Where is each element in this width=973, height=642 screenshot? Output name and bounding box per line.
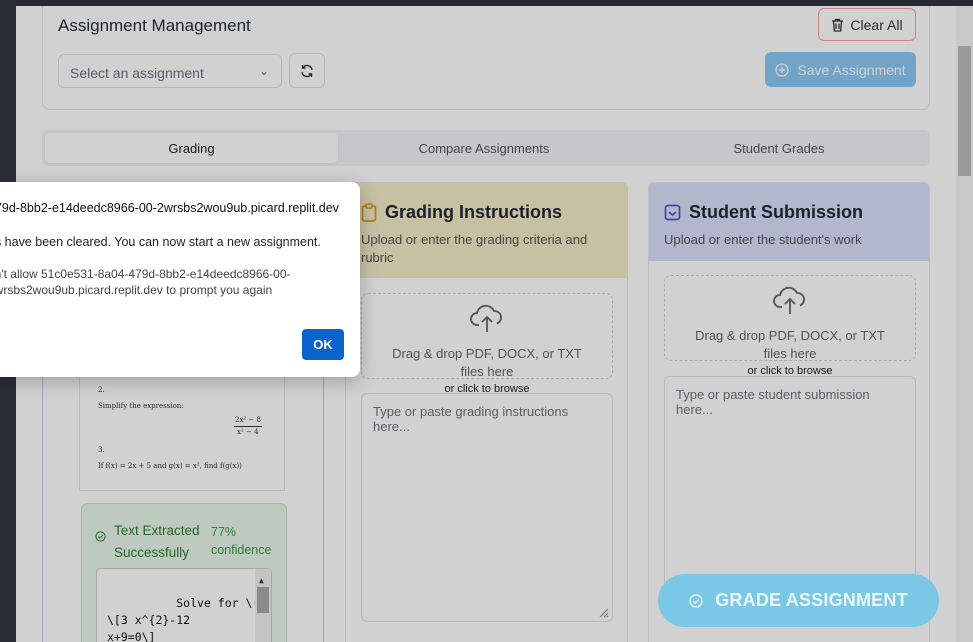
dialog-message: ds have been cleared. You can now start …	[0, 235, 321, 249]
browser-window: Assignment Management Clear All Select a…	[0, 0, 973, 642]
page-scrollbar[interactable]	[956, 6, 973, 642]
dialog-origin-title: 479d-8bb2-e14deedc8966-00-2wrsbs2wou9ub.…	[0, 201, 339, 215]
page-scroll-thumb[interactable]	[958, 46, 971, 176]
window-top-edge	[0, 0, 973, 6]
grade-assignment-label: GRADE ASSIGNMENT	[715, 590, 908, 610]
dialog-suppress-checkbox-label[interactable]: on't allow 51c0e531-8a04-479d-8bb2-e14de…	[0, 266, 348, 298]
ok-button[interactable]: OK	[302, 329, 344, 360]
grade-assignment-button[interactable]: GRADE ASSIGNMENT	[658, 574, 939, 627]
check-circle-icon	[689, 593, 703, 608]
browser-alert-dialog: 479d-8bb2-e14deedc8966-00-2wrsbs2wou9ub.…	[0, 182, 360, 377]
